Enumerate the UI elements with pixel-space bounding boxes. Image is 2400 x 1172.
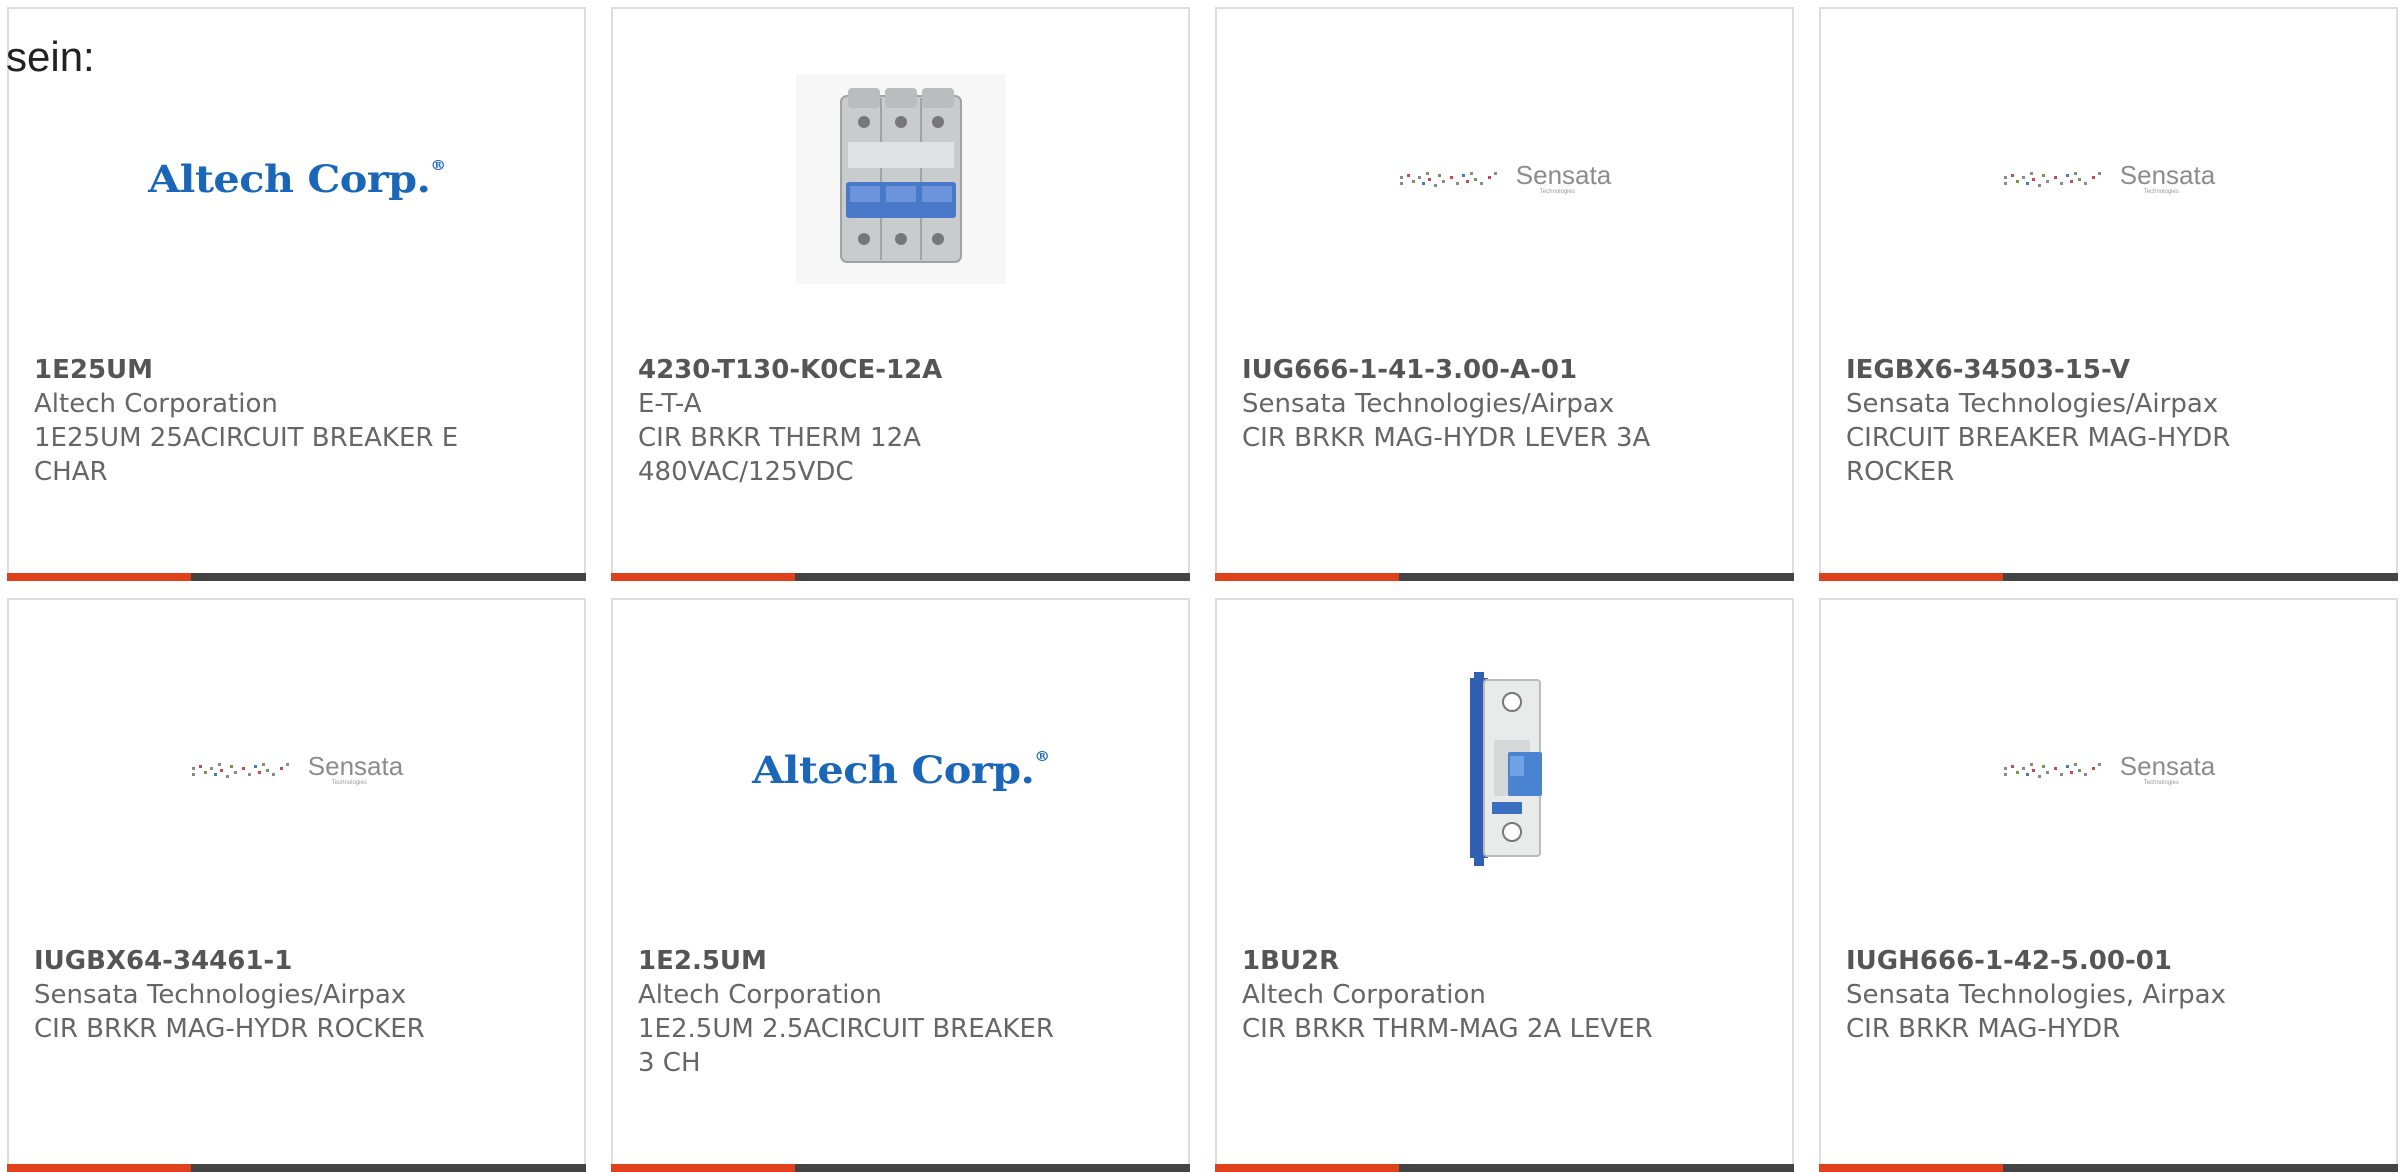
product-card[interactable]: Altech Corp.® 1E2.5UM Altech Corporation… — [611, 598, 1190, 1172]
product-description: CIR BRKR MAG-HYDR — [1846, 1014, 2121, 1044]
product-card[interactable]: Sensata Technologies IUG666-1-41-3.00-A-… — [1215, 7, 1794, 581]
product-card[interactable]: Sensata Technologies IUGBX64-34461-1 Sen… — [7, 598, 586, 1172]
product-image: Altech Corp.® — [613, 640, 1188, 900]
product-card[interactable]: 4230-T130-K0CE-12A E-T-A CIR BRKR THERM … — [611, 7, 1190, 581]
sensata-logo: Sensata Technologies — [2002, 162, 2215, 196]
part-number[interactable]: IUGH666-1-42-5.00-01 — [1846, 944, 2276, 978]
product-image: Sensata Technologies — [1217, 49, 1792, 309]
product-image: Altech Corp.® — [9, 49, 584, 309]
single-pole-breaker-photo — [1469, 672, 1542, 866]
sensata-logo: Sensata Technologies — [190, 753, 403, 787]
product-image: Sensata Technologies — [9, 640, 584, 900]
card-bar — [1215, 1164, 1794, 1172]
product-image: Sensata Technologies — [1821, 640, 2396, 900]
manufacturer: Altech Corporation — [638, 980, 882, 1010]
card-bar — [7, 1164, 586, 1172]
card-bar — [611, 573, 1190, 581]
sensata-logo: Sensata Technologies — [2002, 753, 2215, 787]
card-bar — [1215, 573, 1794, 581]
manufacturer: Sensata Technologies/Airpax — [1846, 389, 2219, 419]
part-number[interactable]: 4230-T130-K0CE-12A — [638, 353, 1068, 387]
manufacturer: Sensata Technologies/Airpax — [1242, 389, 1615, 419]
manufacturer: E-T-A — [638, 389, 702, 419]
altech-logo: Altech Corp.® — [751, 748, 1050, 792]
product-description: CIR BRKR THERM 12A 480VAC/125VDC — [638, 423, 921, 487]
product-image — [1217, 640, 1792, 900]
manufacturer: Altech Corporation — [34, 389, 278, 419]
manufacturer: Sensata Technologies/Airpax — [34, 980, 407, 1010]
part-number[interactable]: 1E2.5UM — [638, 944, 1068, 978]
part-number[interactable]: IEGBX6-34503-15-V — [1846, 353, 2276, 387]
product-description: 1E2.5UM 2.5ACIRCUIT BREAKER 3 CH — [638, 1014, 1054, 1078]
product-description: CIRCUIT BREAKER MAG-HYDR ROCKER — [1846, 423, 2231, 487]
part-number[interactable]: IUG666-1-41-3.00-A-01 — [1242, 353, 1672, 387]
card-bar — [1819, 1164, 2398, 1172]
product-description: 1E25UM 25ACIRCUIT BREAKER E CHAR — [34, 423, 459, 487]
manufacturer: Sensata Technologies, Airpax — [1846, 980, 2226, 1010]
product-card[interactable]: Sensata Technologies IUGH666-1-42-5.00-0… — [1819, 598, 2398, 1172]
product-card[interactable]: Sensata Technologies IEGBX6-34503-15-V S… — [1819, 7, 2398, 581]
sensata-logo: Sensata Technologies — [1398, 162, 1611, 196]
product-card[interactable]: Altech Corp.® 1E25UM Altech Corporation … — [7, 7, 586, 581]
product-card[interactable]: 1BU2R Altech Corporation CIR BRKR THRM-M… — [1215, 598, 1794, 1172]
card-bar — [611, 1164, 1190, 1172]
card-bar — [7, 573, 586, 581]
product-description: CIR BRKR THRM-MAG 2A LEVER — [1242, 1014, 1653, 1044]
three-pole-breaker-photo — [795, 74, 1006, 284]
manufacturer: Altech Corporation — [1242, 980, 1486, 1010]
part-number[interactable]: IUGBX64-34461-1 — [34, 944, 464, 978]
product-description: CIR BRKR MAG-HYDR ROCKER — [34, 1014, 425, 1044]
part-number[interactable]: 1E25UM — [34, 353, 464, 387]
altech-logo: Altech Corp.® — [147, 157, 446, 201]
product-description: CIR BRKR MAG-HYDR LEVER 3A — [1242, 423, 1651, 453]
intro-text: sein: — [6, 33, 95, 80]
product-image: Sensata Technologies — [1821, 49, 2396, 309]
product-grid: Altech Corp.® 1E25UM Altech Corporation … — [7, 7, 2398, 1172]
card-bar — [1819, 573, 2398, 581]
product-image — [613, 49, 1188, 309]
part-number[interactable]: 1BU2R — [1242, 944, 1672, 978]
